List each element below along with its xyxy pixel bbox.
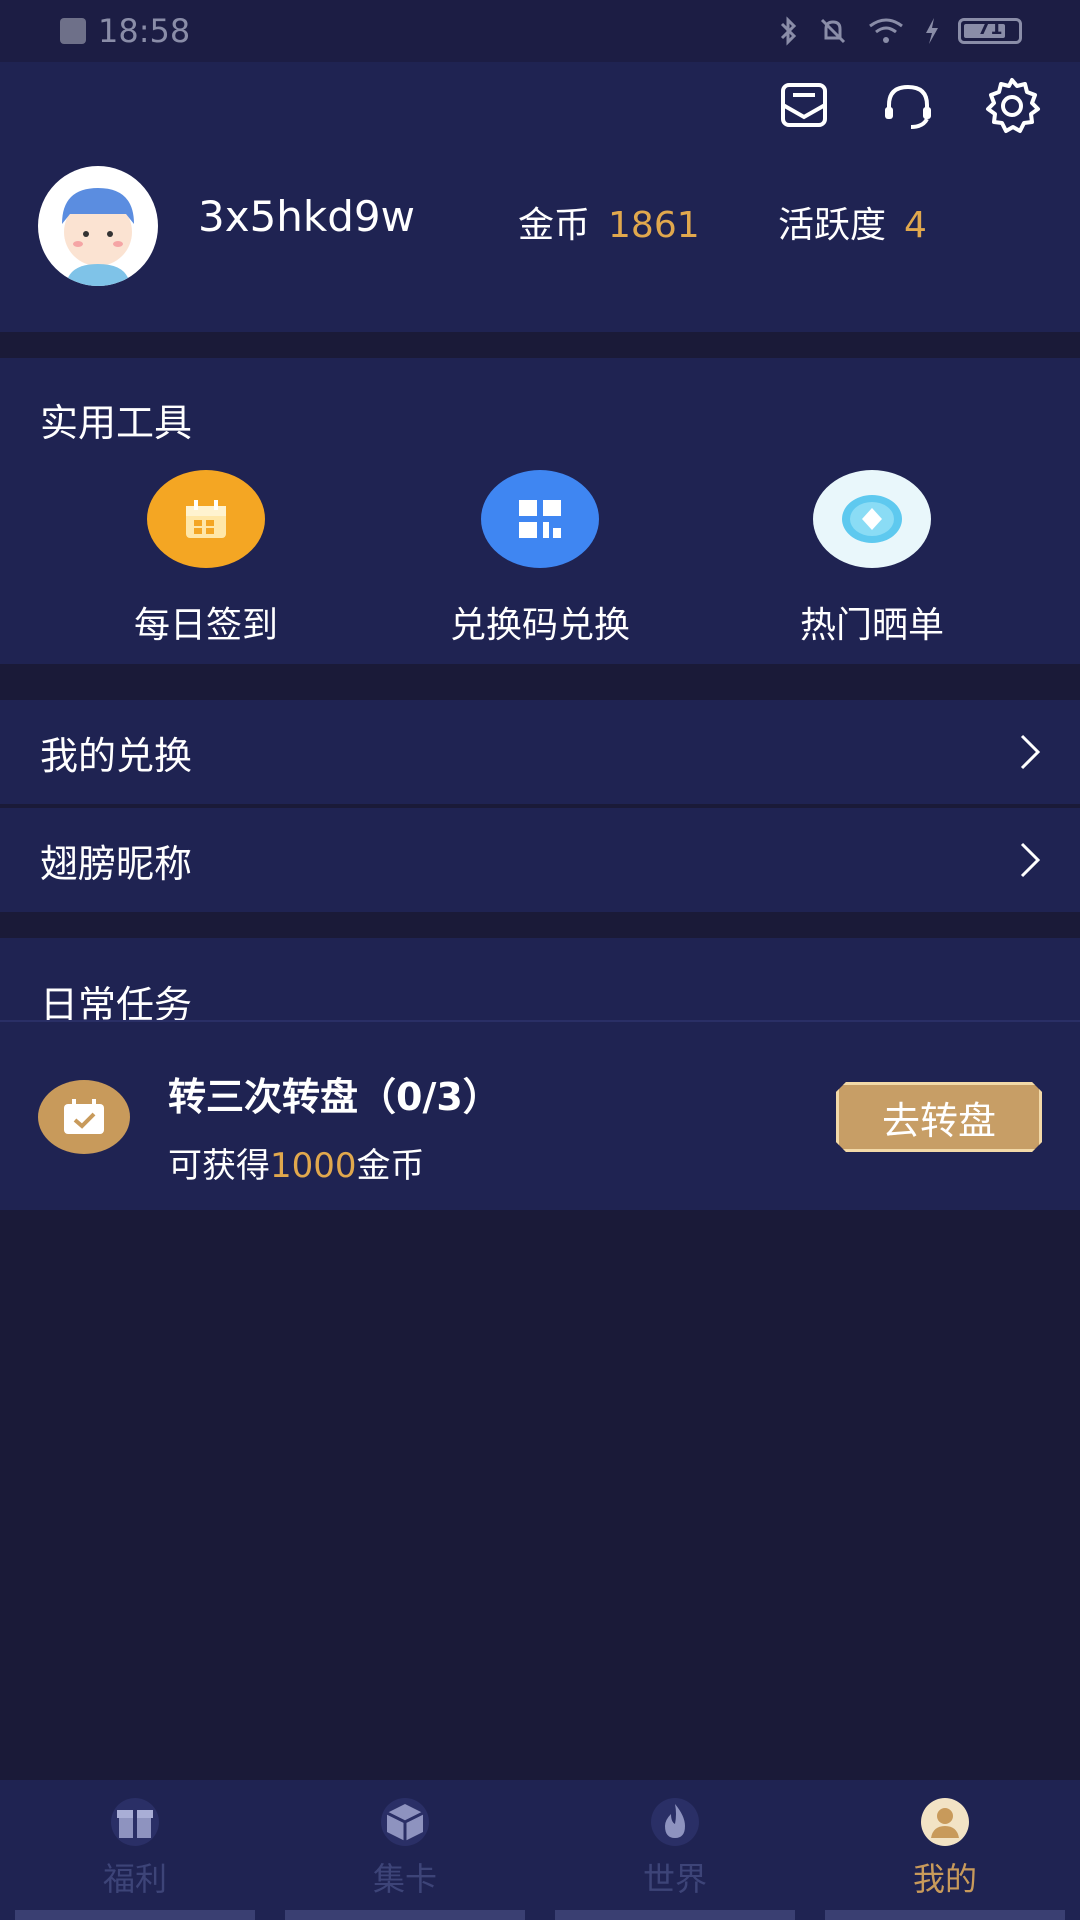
nav-collect-cards[interactable]: 集卡 [270, 1780, 540, 1920]
menu-label: 翅膀昵称 [40, 841, 193, 886]
tool-label: 热门晒单 [799, 605, 944, 646]
tool-daily-checkin[interactable]: 每日签到 [56, 470, 356, 648]
tool-hot-showcase[interactable]: 热门晒单 [722, 470, 1022, 648]
activity-label: 活跃度 [778, 205, 887, 246]
bottom-nav: 福利 集卡 世界 我的 [0, 1780, 1080, 1920]
nav-label: 福利 [102, 1860, 167, 1898]
user-icon [910, 1794, 980, 1850]
username: 3x5hkd9w [198, 192, 415, 241]
tool-label: 兑换码兑换 [449, 605, 630, 646]
battery-level: 71 [977, 18, 1003, 39]
profile-header: 3x5hkd9w 金币 1861 活跃度 4 [0, 62, 1080, 332]
notification-app-icon [60, 18, 86, 44]
reward-suffix: 金币 [356, 1146, 425, 1186]
nav-label: 我的 [912, 1860, 977, 1898]
activity-value: 4 [904, 205, 927, 246]
message-button[interactable] [772, 74, 836, 138]
tool-label: 每日签到 [133, 605, 278, 646]
go-spin-button[interactable]: 去转盘 [836, 1082, 1042, 1152]
calendar-gift-icon [147, 470, 265, 568]
battery-icon: 71 [958, 18, 1022, 44]
wifi-icon [869, 18, 903, 43]
mute-bell-icon [820, 18, 846, 44]
reward-prefix: 可获得 [168, 1146, 270, 1186]
nav-world[interactable]: 世界 [540, 1780, 810, 1920]
status-time: 18:58 [98, 12, 191, 50]
tools-title: 实用工具 [40, 401, 193, 445]
cube-icon [370, 1794, 440, 1850]
menu-wing-nickname[interactable]: 翅膀昵称 [0, 808, 1080, 912]
coin-value: 1861 [608, 205, 700, 246]
qr-code-icon [481, 470, 599, 568]
nav-mine[interactable]: 我的 [810, 1780, 1080, 1920]
task-title: 转三次转盘（0/3） [168, 1075, 501, 1119]
gift-icon [100, 1794, 170, 1850]
avatar-boy-icon [62, 188, 134, 286]
calendar-check-icon [38, 1080, 130, 1154]
nav-label: 集卡 [372, 1860, 437, 1898]
nav-welfare[interactable]: 福利 [0, 1780, 270, 1920]
menu-label: 我的兑换 [40, 733, 193, 778]
bluetooth-icon [780, 16, 797, 46]
nav-label: 世界 [642, 1860, 707, 1898]
fire-icon [640, 1794, 710, 1850]
status-bar: 18:58 71 [0, 0, 1080, 62]
mail-icon [781, 83, 827, 127]
coin-stat: 金币 1861 [518, 196, 700, 248]
charging-icon [926, 18, 938, 44]
coin-label: 金币 [518, 205, 591, 246]
activity-stat: 活跃度 4 [778, 196, 927, 248]
chevron-right-icon [1020, 734, 1041, 770]
gear-icon [986, 78, 1040, 133]
headset-icon [885, 84, 931, 129]
nav-indicators [0, 1910, 1080, 1920]
avatar[interactable] [38, 166, 158, 286]
menu-my-exchange[interactable]: 我的兑换 [0, 700, 1080, 804]
task-reward: 可获得1000金币 [168, 1138, 425, 1187]
customer-service-button[interactable] [876, 74, 940, 138]
tools-card: 实用工具 每日签到 兑换码兑换 热门晒单 [0, 358, 1080, 664]
reward-amount: 1000 [270, 1146, 357, 1186]
daily-tasks-card: 日常任务 转三次转盘（0/3） 可获得1000金币 去转盘 [0, 938, 1080, 1210]
settings-button[interactable] [980, 74, 1044, 138]
diamond-coin-icon [813, 470, 931, 568]
chevron-right-icon [1020, 842, 1041, 878]
divider [0, 1020, 1080, 1022]
tool-redeem-code[interactable]: 兑换码兑换 [390, 470, 690, 648]
